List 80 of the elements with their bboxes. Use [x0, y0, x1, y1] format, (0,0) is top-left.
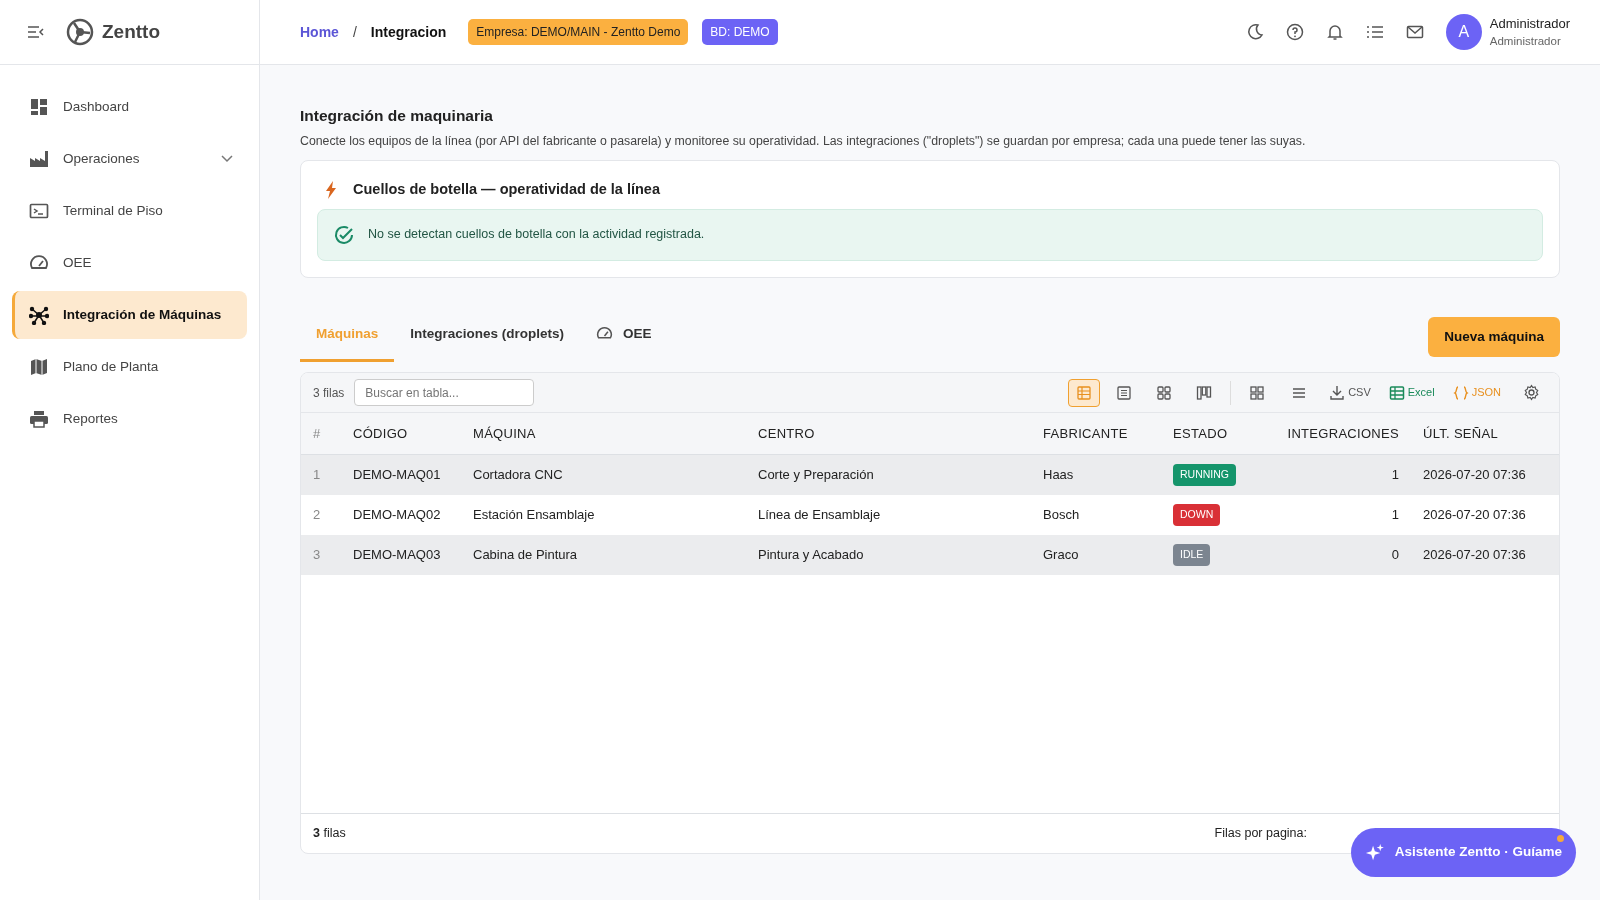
table-cell: 2026-07-20 07:36 [1411, 455, 1559, 496]
factory-icon [29, 149, 49, 169]
spreadsheet-icon [1388, 384, 1405, 401]
user-name: Administrador [1489, 14, 1570, 33]
csv-export-button[interactable]: CSV [1325, 384, 1375, 401]
table-cell-text: 1 [1390, 506, 1400, 525]
column-header: ÚLT. SEÑAL [1411, 413, 1559, 456]
excel-export-button[interactable]: Excel [1384, 384, 1439, 401]
sidebar-item[interactable]: Terminal de Piso [12, 187, 247, 235]
search-field[interactable]: Buscar en tabla... [354, 379, 535, 407]
breadcrumb-link[interactable]: Home [300, 21, 339, 43]
tab[interactable]: Integraciones (droplets) [394, 311, 581, 363]
table-cell: Haas [1031, 455, 1161, 496]
page-description: Conecte los equipos de la línea (por API del fabricante o pasarela) y monitoree su operatividad. Las integraciones ("droplets") se guardan por empresa; cada una puede tener las suyas. [300, 132, 1307, 150]
table-cell-text: Bosch [1042, 506, 1081, 525]
table-cell: Cabina de Pintura [461, 535, 746, 576]
tab[interactable]: OEE [580, 311, 668, 363]
table-cell: 1 [1291, 455, 1411, 496]
terminal-icon [29, 201, 49, 221]
table-cell: Cortadora CNC [461, 455, 746, 496]
row-count: 3 filas [313, 384, 345, 402]
help-icon[interactable] [1285, 23, 1304, 41]
chevron-down-icon[interactable] [221, 155, 233, 163]
brand-name: Zentto [102, 19, 161, 44]
assistant-button[interactable]: Asistente Zentto · Guíame [1351, 828, 1576, 877]
status-badge: IDLE [1173, 544, 1211, 566]
notification-dot [1557, 835, 1564, 842]
lightning-icon [325, 180, 337, 199]
column-header: # [301, 413, 341, 456]
table-cell: 2026-07-20 07:36 [1411, 535, 1559, 576]
table-cell: DEMO-MAQ01 [341, 455, 461, 496]
download-icon [1329, 384, 1346, 401]
column-header: CENTRO [746, 413, 1031, 456]
sidebar-item[interactable]: Operaciones [12, 135, 247, 183]
breadcrumb-separator: / [352, 22, 357, 42]
alert-message: No se detectan cuellos de botella con la actividad registrada. [368, 226, 705, 244]
logo-icon [66, 18, 94, 46]
database-badge: BD: DEMO [702, 19, 778, 45]
braces-icon [1452, 384, 1469, 401]
row-number: 1 [301, 455, 341, 496]
new-machine-button[interactable]: Nueva máquina [1428, 316, 1560, 358]
sidebar-item[interactable]: Dashboard [12, 83, 247, 131]
column-header: FABRICANTE [1031, 413, 1161, 456]
status-badge: DOWN [1173, 504, 1221, 526]
bell-icon[interactable] [1325, 23, 1344, 41]
sidebar-item[interactable]: OEE [12, 239, 247, 287]
page-title: Integración de maquinaria [300, 107, 494, 126]
table-cell-text: 2026-07-20 07:36 [1422, 506, 1527, 525]
rows-per-page-label: Filas por pagina: [1214, 825, 1307, 843]
column-header: CÓDIGO [341, 413, 461, 456]
row-count: 3 filas [313, 825, 346, 843]
company-badge: Empresa: DEMO/MAIN - Zentto Demo [468, 19, 689, 45]
printer-icon [29, 409, 49, 429]
table-cell: 0 [1291, 535, 1411, 576]
map-icon [29, 357, 49, 377]
table-cell: Graco [1031, 535, 1161, 576]
user-avatar[interactable]: A [1445, 14, 1482, 50]
menu-icon[interactable] [28, 26, 44, 38]
dashboard-icon [29, 97, 49, 117]
sidebar-item[interactable]: Integración de Máquinas [12, 291, 247, 339]
table-cell: Pintura y Acabado [746, 535, 1031, 576]
column-header: MÁQUINA [461, 413, 746, 456]
row-number: 2 [312, 506, 322, 525]
user-role: Administrador [1489, 34, 1562, 50]
mail-icon[interactable] [1405, 23, 1424, 41]
row-number: 3 [301, 535, 341, 576]
sidebar-item[interactable]: Reportes [12, 395, 247, 443]
sidebar-item[interactable]: Plano de Planta [12, 343, 247, 391]
check-circle-icon [334, 224, 354, 245]
moon-icon[interactable] [1245, 23, 1264, 41]
card-title: Cuellos de botella — operatividad de la línea [353, 180, 660, 200]
network-icon [29, 305, 49, 325]
table-cell-text: DEMO-MAQ02 [352, 506, 442, 525]
table-cell-text: Línea de Ensamblaje [757, 506, 882, 525]
table-cell: DEMO-MAQ03 [341, 535, 461, 576]
table-cell: Corte y Preparación [746, 455, 1031, 496]
list-icon[interactable] [1365, 23, 1384, 41]
breadcrumb-current: Integracion [370, 22, 447, 42]
table-cell-text: Estación Ensamblaje [472, 506, 596, 525]
status-badge: RUNNING [1173, 464, 1236, 486]
